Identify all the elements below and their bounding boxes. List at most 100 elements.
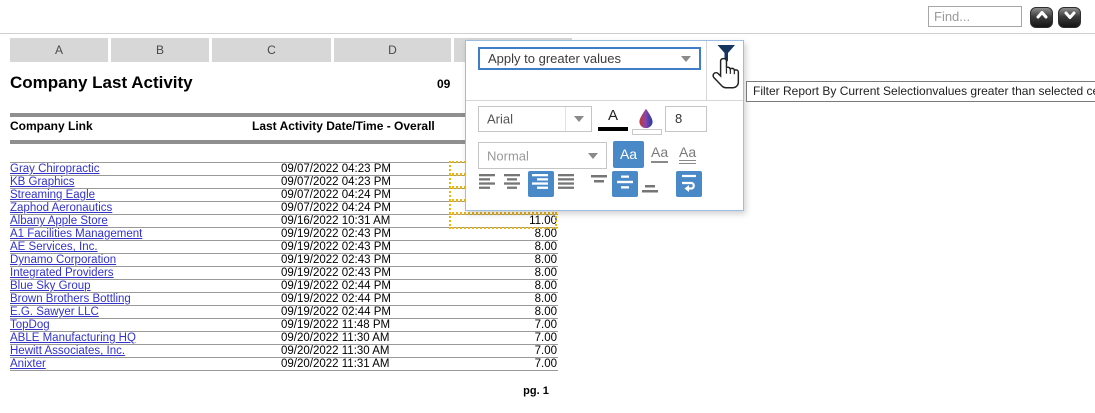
font-color-button[interactable]: A (598, 107, 628, 124)
table-header-last-activity: Last Activity Date/Time - Overall (252, 119, 435, 133)
activity-datetime: 09/20/2022 11:30 AM (281, 332, 390, 344)
activity-value: 8.00 (535, 293, 557, 305)
activity-datetime: 09/19/2022 02:44 PM (281, 306, 391, 318)
activity-value: 8.00 (535, 306, 557, 318)
style-preset-dropdown[interactable]: Normal (478, 142, 607, 169)
selected-cell-outline (449, 213, 557, 229)
company-link[interactable]: Streaming Eagle (10, 189, 95, 201)
wrap-text-icon (681, 172, 698, 197)
underline-button[interactable]: Aa (651, 144, 668, 163)
chevron-up-icon (1035, 8, 1049, 27)
company-link[interactable]: Albany Apple Store (10, 215, 108, 227)
column-header-c[interactable]: C (212, 38, 331, 62)
activity-datetime: 09/20/2022 11:31 AM (281, 358, 390, 370)
text-case-button[interactable]: Aa (613, 141, 644, 168)
activity-value: 8.00 (535, 280, 557, 292)
activity-value: 8.00 (535, 228, 557, 240)
company-link[interactable]: Blue Sky Group (10, 280, 91, 292)
valign-bottom-icon (642, 182, 660, 200)
column-header-d[interactable]: D (334, 38, 451, 62)
align-center-button[interactable] (503, 175, 523, 193)
column-header-a[interactable]: A (10, 38, 108, 62)
valign-bottom-button[interactable] (641, 182, 661, 200)
table-row: AE Services, Inc. 09/19/2022 02:43 PM 8.… (10, 241, 558, 254)
formatting-popup: Apply to greater values Arial A (465, 40, 744, 211)
company-link[interactable]: A1 Facilities Management (10, 228, 142, 240)
table-row: Blue Sky Group 09/19/2022 02:44 PM 8.00 (10, 280, 558, 293)
font-size-input[interactable]: 8 (665, 106, 707, 132)
activity-value: 8.00 (535, 267, 557, 279)
company-link[interactable]: Integrated Providers (10, 267, 114, 279)
activity-datetime: 09/07/2022 04:23 PM (281, 176, 391, 188)
activity-value: 7.00 (535, 358, 557, 370)
activity-datetime: 09/20/2022 11:30 AM (281, 345, 390, 357)
align-right-button[interactable] (528, 171, 554, 197)
filter-section: Apply to greater values (466, 41, 743, 101)
find-next-button[interactable] (1058, 7, 1081, 28)
company-link[interactable]: Anixter (10, 358, 46, 370)
table-row: TopDog 09/19/2022 11:48 PM 7.00 (10, 319, 558, 332)
wrap-text-button[interactable] (676, 171, 702, 197)
company-link[interactable]: Brown Brothers Bottling (10, 293, 131, 305)
table-row: E.G. Sawyer LLC 09/19/2022 02:44 PM 8.00 (10, 306, 558, 319)
chevron-down-icon (574, 116, 584, 122)
toolbar-separator (0, 33, 1095, 34)
table-row: ABLE Manufacturing HQ 09/20/2022 11:30 A… (10, 332, 558, 345)
align-right-icon (532, 174, 550, 194)
activity-datetime: 09/19/2022 02:43 PM (281, 228, 391, 240)
activity-datetime: 09/07/2022 04:23 PM (281, 163, 391, 175)
company-link[interactable]: KB Graphics (10, 176, 75, 188)
highlight-color-swatch (632, 129, 662, 135)
apply-filter-value: Apply to greater values (488, 51, 621, 66)
company-link[interactable]: Dynamo Corporation (10, 254, 116, 266)
font-family-dropdown[interactable]: Arial (478, 106, 592, 132)
align-left-button[interactable] (478, 175, 498, 193)
find-input[interactable] (928, 6, 1022, 27)
company-link[interactable]: AE Services, Inc. (10, 241, 98, 253)
find-previous-button[interactable] (1030, 7, 1053, 28)
company-link[interactable]: TopDog (10, 319, 50, 331)
font-color-swatch (598, 127, 628, 131)
chevron-down-icon (588, 153, 598, 159)
valign-top-button[interactable] (590, 172, 610, 190)
table-row: Brown Brothers Bottling 09/19/2022 02:44… (10, 293, 558, 306)
table-header-company-link: Company Link (10, 119, 93, 133)
align-justify-icon (558, 174, 576, 194)
table-row: Anixter 09/20/2022 11:31 AM 7.00 (10, 358, 558, 371)
company-link[interactable]: Zaphod Aeronautics (10, 202, 112, 214)
company-link[interactable]: Hewitt Associates, Inc. (10, 345, 125, 357)
table-row: A1 Facilities Management 09/19/2022 02:4… (10, 228, 558, 241)
table-row: Integrated Providers 09/19/2022 02:43 PM… (10, 267, 558, 280)
activity-datetime: 09/07/2022 04:24 PM (281, 189, 391, 201)
hand-cursor-icon (711, 56, 743, 101)
activity-datetime: 09/19/2022 11:48 PM (281, 319, 390, 331)
apply-filter-dropdown[interactable]: Apply to greater values (478, 47, 701, 70)
company-link[interactable]: ABLE Manufacturing HQ (10, 332, 136, 344)
activity-value: 7.00 (535, 345, 557, 357)
align-center-icon (504, 174, 522, 194)
activity-datetime: 09/19/2022 02:43 PM (281, 267, 391, 279)
valign-middle-icon (617, 174, 633, 195)
activity-datetime: 09/19/2022 02:43 PM (281, 241, 391, 253)
valign-middle-button[interactable] (612, 171, 638, 197)
activity-datetime: 09/19/2022 02:44 PM (281, 293, 391, 305)
company-link[interactable]: Gray Chiropractic (10, 163, 99, 175)
highlight-color-button[interactable] (637, 108, 657, 128)
valign-top-icon (591, 172, 609, 190)
chevron-down-icon (681, 56, 691, 62)
chevron-down-icon (1063, 8, 1077, 27)
filter-tooltip: Filter Report By Current Selectionvalues… (746, 81, 1095, 102)
activity-value: 7.00 (535, 332, 557, 344)
activity-value: 8.00 (535, 241, 557, 253)
table-row: Hewitt Associates, Inc. 09/20/2022 11:30… (10, 345, 558, 358)
column-header-b[interactable]: B (111, 38, 209, 62)
report-viewer: A B C D Company Last Activity 09 Company… (0, 0, 1095, 413)
double-underline-button[interactable]: Aa (679, 144, 696, 164)
page-number-label: pg. 1 (0, 385, 1072, 397)
company-link[interactable]: E.G. Sawyer LLC (10, 306, 99, 318)
font-family-value: Arial (487, 112, 513, 127)
align-justify-button[interactable] (557, 175, 577, 193)
page-title: Company Last Activity (10, 73, 193, 93)
activity-value: 8.00 (535, 254, 557, 266)
activity-datetime: 09/19/2022 02:43 PM (281, 254, 391, 266)
